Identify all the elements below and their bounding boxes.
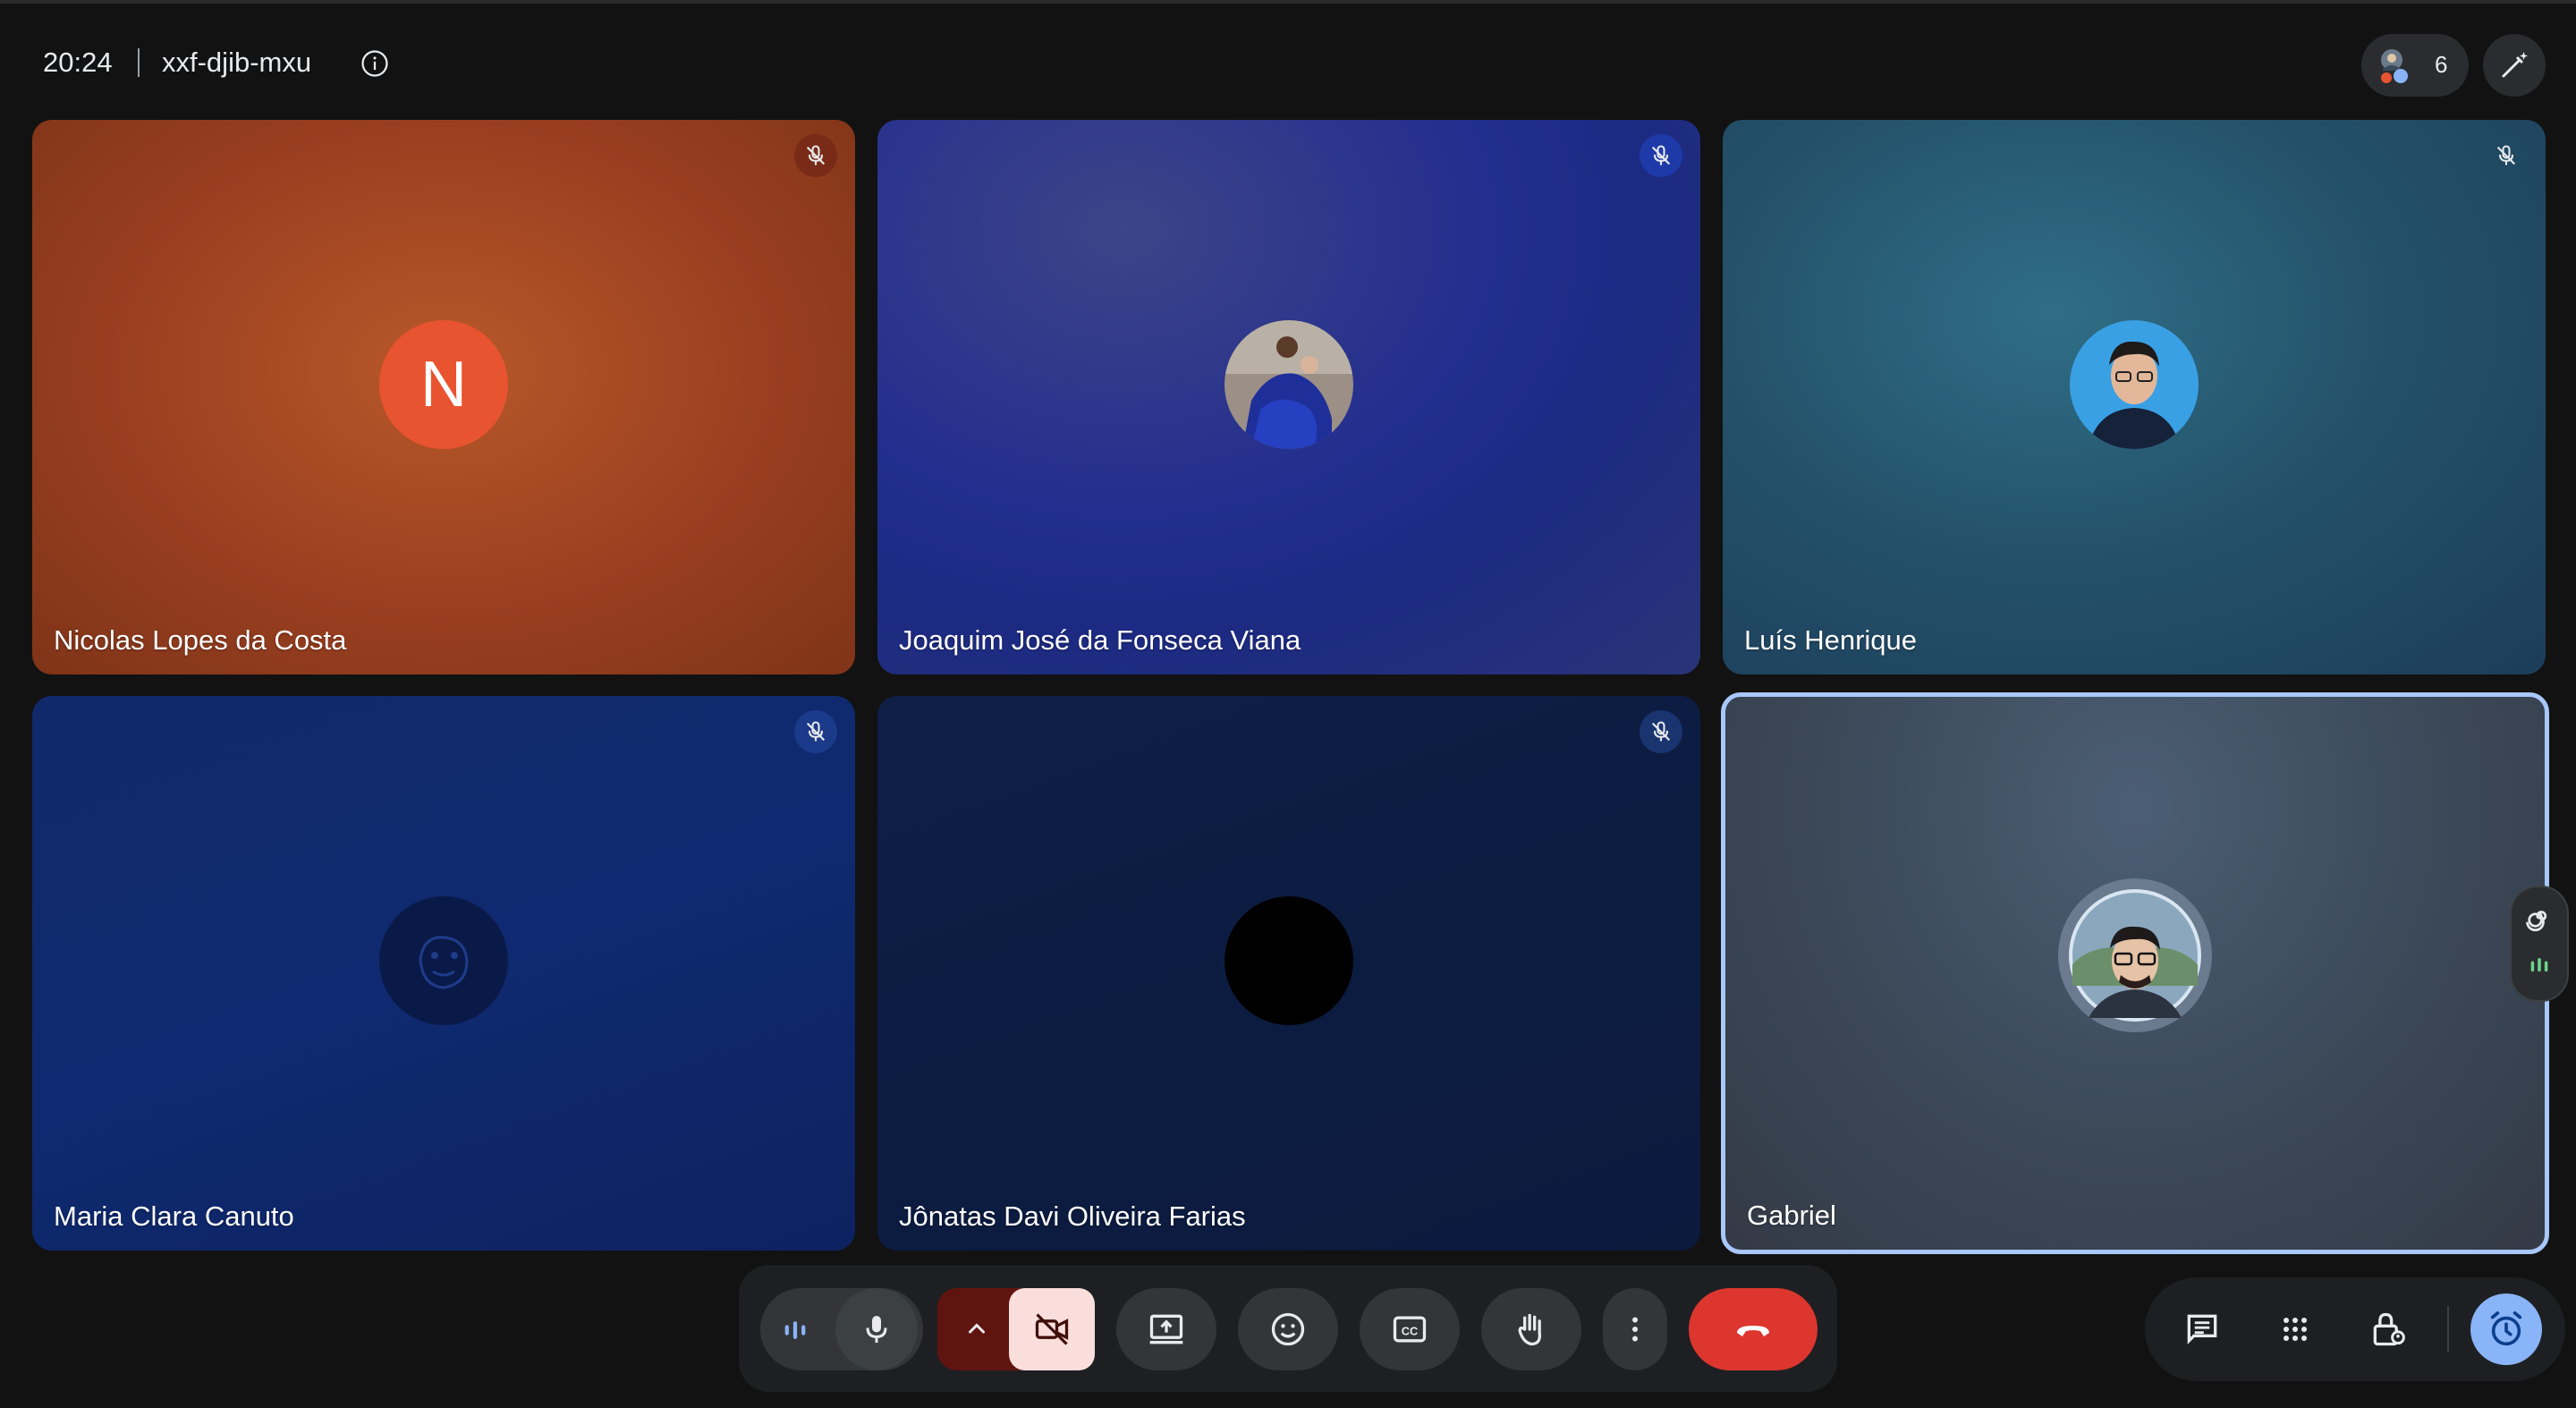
captions-icon: CC (1390, 1310, 1429, 1349)
header-divider (138, 48, 140, 77)
audio-level-icon (2527, 952, 2552, 977)
avatar (379, 896, 508, 1025)
call-controls: CC (739, 1265, 1837, 1392)
avatar (1224, 320, 1353, 449)
leave-call-icon (1732, 1308, 1775, 1351)
meeting-code: xxf-djib-mxu (162, 47, 312, 78)
camera-toggle-button[interactable] (1009, 1288, 1095, 1370)
camera-group (937, 1288, 1095, 1370)
participant-tile[interactable]: Luís Henrique (1723, 120, 2546, 674)
participant-name: Jônatas Davi Oliveira Farias (899, 1200, 1246, 1232)
meeting-clock: 20:24 (43, 47, 113, 78)
more-options-icon (1619, 1313, 1651, 1345)
participant-tile[interactable]: Jônatas Davi Oliveira Farias (877, 696, 1700, 1251)
participant-tile[interactable]: Joaquim José da Fonseca Viana (877, 120, 1700, 674)
magic-wand-icon (2498, 49, 2530, 81)
present-button[interactable] (1116, 1288, 1216, 1370)
participant-name: Maria Clara Canuto (54, 1200, 294, 1232)
participant-name: Gabriel (1747, 1200, 1836, 1231)
timer-button[interactable] (2470, 1293, 2542, 1365)
participant-name: Nicolas Lopes da Costa (54, 624, 347, 656)
mic-muted-icon (2485, 134, 2528, 177)
participant-count: 6 (2435, 51, 2448, 78)
participant-tile[interactable]: N Nicolas Lopes da Costa (32, 120, 855, 674)
emoji-icon (1268, 1310, 1308, 1349)
timer-icon (2486, 1309, 2527, 1350)
mic-muted-icon (1640, 710, 1682, 753)
raise-hand-icon (1512, 1310, 1551, 1349)
host-controls-button[interactable] (2360, 1301, 2417, 1358)
microphone-button[interactable] (835, 1288, 918, 1370)
participants-avatar-icon (2374, 44, 2417, 87)
microphone-icon (859, 1311, 894, 1347)
activities-button[interactable] (2267, 1301, 2324, 1358)
avatar (1224, 896, 1353, 1025)
activities-icon (2277, 1311, 2313, 1347)
participant-name: Joaquim José da Fonseca Viana (899, 624, 1301, 656)
side-indicator[interactable] (2510, 886, 2569, 1002)
chat-icon (2182, 1310, 2222, 1349)
participant-tile[interactable]: Maria Clara Canuto (32, 696, 855, 1251)
mic-muted-icon (1640, 134, 1682, 177)
raise-hand-button[interactable] (1481, 1288, 1581, 1370)
info-icon[interactable] (360, 48, 390, 79)
spiral-icon (2523, 900, 2555, 932)
mic-muted-icon (794, 710, 837, 753)
audio-level-icon (780, 1315, 810, 1345)
svg-text:CC: CC (1402, 1324, 1419, 1337)
captions-button[interactable]: CC (1360, 1288, 1460, 1370)
participant-tile-active[interactable]: Gabriel (1721, 692, 2549, 1254)
chat-button[interactable] (2174, 1301, 2231, 1358)
more-options-button[interactable] (1603, 1288, 1667, 1370)
panel-divider (2447, 1306, 2449, 1353)
avatar (2070, 320, 2199, 449)
participants-button[interactable]: 6 (2361, 34, 2469, 97)
mic-group (760, 1288, 923, 1370)
avatar-speaking-ring (2058, 878, 2212, 1032)
present-screen-icon (1147, 1310, 1186, 1349)
camera-off-icon (1032, 1310, 1072, 1349)
top-bar: 20:24 xxf-djib-mxu 6 (0, 0, 2576, 118)
mic-muted-icon (794, 134, 837, 177)
avatar: N (379, 320, 508, 449)
reactions-button[interactable] (1238, 1288, 1338, 1370)
side-panel-buttons (2145, 1277, 2565, 1381)
host-controls-icon (2368, 1310, 2408, 1349)
leave-call-button[interactable] (1689, 1288, 1818, 1370)
chevron-up-icon[interactable] (961, 1313, 993, 1345)
participant-name: Luís Henrique (1744, 624, 1918, 656)
host-tools-button[interactable] (2483, 34, 2546, 97)
